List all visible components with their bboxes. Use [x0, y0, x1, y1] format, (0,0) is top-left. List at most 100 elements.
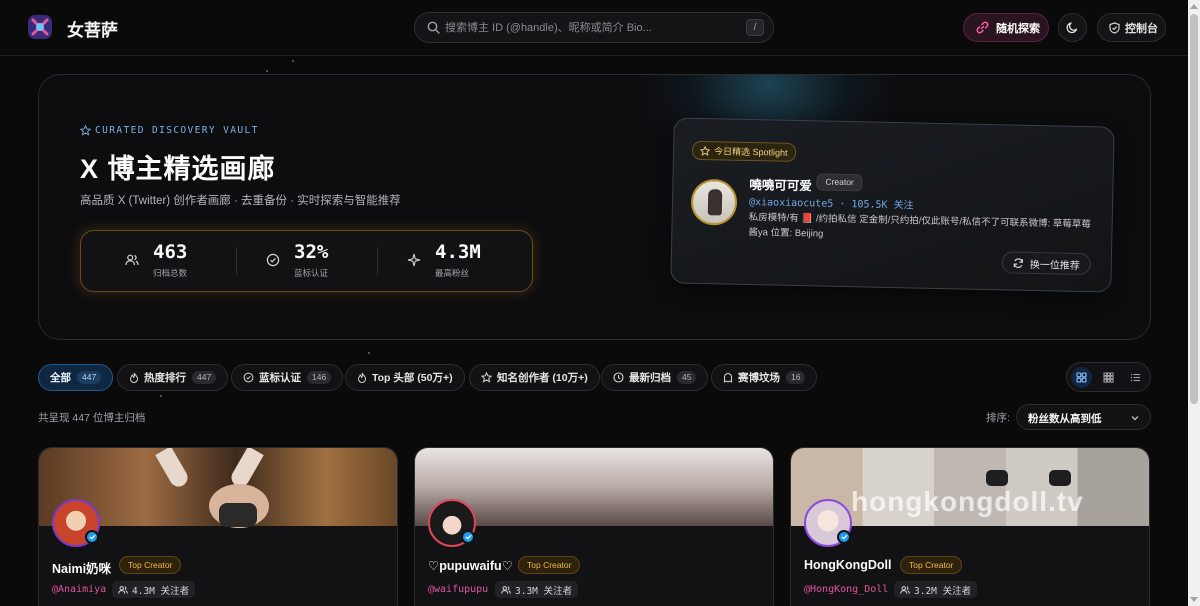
star-icon	[699, 145, 711, 156]
filter-label: Top 头部 (50万+)	[372, 372, 453, 384]
filter-count: 16	[786, 371, 806, 384]
view-small-grid-button[interactable]	[1098, 367, 1119, 388]
star-dot	[266, 70, 268, 72]
filter-count: 447	[192, 371, 217, 384]
ghost-icon	[724, 373, 732, 383]
scroll-up-icon[interactable]	[1190, 4, 1198, 9]
view-toggle	[1066, 362, 1151, 392]
filter-graveyard[interactable]: 赛博坟场 16	[711, 364, 818, 391]
star-dot	[368, 352, 370, 354]
users-icon	[118, 585, 128, 594]
users-icon	[125, 254, 139, 266]
card-followers: 3.3M 关注者	[495, 581, 579, 598]
console-label: 控制台	[1125, 22, 1158, 35]
card-name[interactable]: Naimi奶咪	[52, 558, 111, 577]
spotlight-handle-line: @xiaoxiaocute5 · 105.5K 关注	[748, 196, 914, 212]
stat-total-label: 归档总数	[153, 268, 188, 278]
stat-divider	[377, 247, 378, 275]
hero-tagline-text: CURATED DISCOVERY VAULT	[95, 125, 259, 136]
sort-value: 粉丝数从高到低	[1028, 413, 1102, 425]
search-input[interactable]	[445, 18, 735, 38]
scrollbar-thumb[interactable]	[1190, 14, 1198, 404]
card-followers: 4.3M 关注者	[112, 581, 196, 598]
console-button[interactable]: 控制台	[1097, 13, 1166, 42]
spotlight-badge: 今日精选 Spotlight	[691, 140, 796, 162]
search-bar[interactable]: /	[414, 12, 774, 43]
card-name[interactable]: HongKongDoll	[804, 558, 891, 572]
filter-latest[interactable]: 最新归档 45	[601, 364, 709, 391]
card-handle[interactable]: @waifupupu	[428, 584, 488, 595]
card-handle[interactable]: @HongKong_Doll	[804, 584, 888, 595]
spotlight-handle[interactable]: @xiaoxiaocute5	[749, 197, 834, 210]
random-explore-button[interactable]: 随机探索	[963, 13, 1049, 42]
filter-label: 最新归档	[629, 372, 671, 384]
card-followers: 3.2M 关注者	[894, 581, 978, 598]
users-icon	[501, 585, 511, 594]
stat-top-followers-value: 4.3M	[435, 241, 481, 263]
banner-watermark: hongkongdoll.tv	[851, 486, 1084, 517]
creator-card[interactable]: ♡pupuwaifu♡ Top Creator @waifupupu 3.3M …	[414, 447, 774, 606]
card-followers-text: 3.2M 关注者	[914, 585, 972, 597]
stat-divider	[236, 247, 237, 275]
clock-icon	[613, 372, 624, 383]
result-count: 共呈现 447 位博主归档	[38, 412, 146, 424]
top-creator-badge: Top Creator	[119, 556, 182, 574]
filter-verified[interactable]: 蓝标认证 146	[231, 364, 344, 391]
grid-small-icon	[1103, 372, 1114, 383]
refresh-icon	[1013, 257, 1024, 268]
chevron-down-icon	[1131, 416, 1139, 421]
shuffle-spotlight-button[interactable]: 换一位推荐	[1001, 251, 1092, 276]
view-large-grid-button[interactable]	[1071, 367, 1092, 388]
filter-hot[interactable]: 热度排行 447	[117, 364, 229, 391]
flame-icon	[357, 372, 367, 383]
random-explore-label: 随机探索	[996, 22, 1040, 35]
theme-toggle-button[interactable]	[1058, 13, 1087, 42]
star-dot	[292, 60, 294, 62]
card-name[interactable]: ♡pupuwaifu♡	[428, 558, 513, 573]
verified-badge-icon	[461, 530, 475, 544]
card-followers-text: 3.3M 关注者	[515, 585, 573, 597]
hero-tagline: CURATED DISCOVERY VAULT	[80, 125, 259, 136]
sort-select[interactable]: 粉丝数从高到低	[1016, 404, 1151, 430]
creator-card[interactable]: hongkongdoll.tv HongKongDoll Top Creator…	[790, 447, 1150, 606]
filter-count: 146	[307, 371, 332, 384]
filter-label: 热度排行	[144, 372, 186, 384]
stat-total-value: 463	[153, 241, 188, 263]
spotlight-badge-text: 今日精选 Spotlight	[713, 146, 788, 158]
view-list-button[interactable]	[1125, 367, 1146, 388]
logo-icon[interactable]	[26, 13, 54, 41]
star-icon	[481, 372, 492, 383]
filter-known[interactable]: 知名创作者 (10万+)	[469, 364, 600, 391]
spotlight-name[interactable]: 嘵嘵可可爱	[749, 174, 812, 194]
spotlight-card[interactable]: 今日精选 Spotlight 嘵嘵可可爱 Creator @xiaoxiaocu…	[670, 117, 1115, 293]
shuffle-spotlight-label: 换一位推荐	[1029, 259, 1080, 272]
filter-label: 蓝标认证	[259, 372, 301, 384]
top-creator-badge: Top Creator	[900, 556, 963, 574]
filter-count: 45	[677, 371, 697, 384]
filter-label: 全部	[50, 372, 71, 384]
link-icon	[976, 21, 989, 34]
creator-card[interactable]: Naimi奶咪 Top Creator @Anaimiya 4.3M 关注者	[38, 447, 398, 606]
flame-icon	[129, 372, 139, 383]
star-icon	[80, 125, 91, 136]
filter-top[interactable]: Top 头部 (50万+)	[345, 364, 465, 391]
page-scrollbar[interactable]	[1188, 0, 1200, 606]
search-shortcut-hint: /	[746, 19, 764, 36]
filter-label: 知名创作者 (10万+)	[497, 372, 588, 384]
card-followers-text: 4.3M 关注者	[132, 585, 190, 597]
card-handle[interactable]: @Anaimiya	[52, 584, 106, 595]
star-dot	[160, 395, 162, 397]
filter-all[interactable]: 全部 447	[38, 364, 114, 391]
scroll-down-icon[interactable]	[1190, 597, 1198, 602]
brand-name[interactable]: 女菩萨	[67, 16, 118, 41]
stat-verified-label: 蓝标认证	[294, 268, 329, 278]
grid-large-icon	[1076, 372, 1087, 383]
hero-section: CURATED DISCOVERY VAULT X 博主精选画廊 高品质 X (…	[38, 74, 1151, 340]
stat-verified-value: 32%	[294, 241, 329, 263]
spotlight-followers: 105.5K 关注	[851, 199, 914, 212]
moon-icon	[1066, 22, 1078, 34]
hero-title: X 博主精选画廊	[80, 154, 276, 184]
spotlight-avatar[interactable]	[690, 178, 738, 226]
sort-label: 排序:	[986, 412, 1010, 424]
search-icon	[427, 21, 440, 34]
